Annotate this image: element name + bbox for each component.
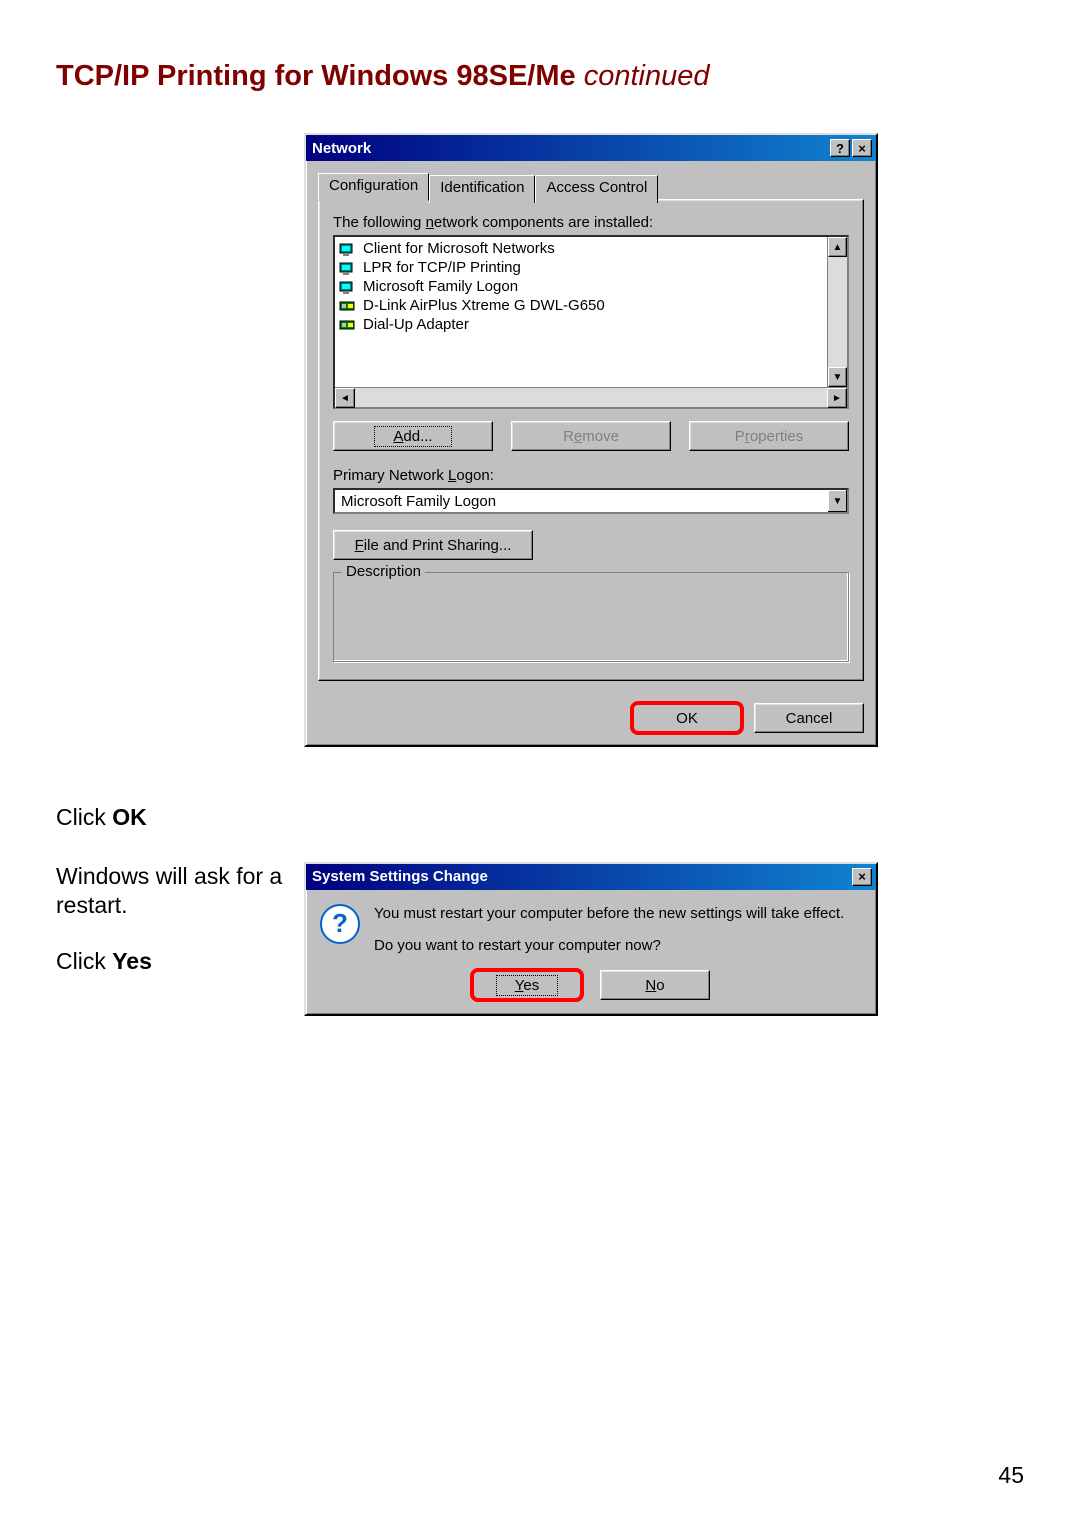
installed-components-label: The following network components are ins… bbox=[333, 214, 849, 231]
heading-continued: continued bbox=[584, 60, 710, 92]
window-title: System Settings Change bbox=[312, 868, 850, 885]
page-number: 45 bbox=[998, 1462, 1024, 1489]
adapter-icon bbox=[339, 298, 357, 314]
titlebar[interactable]: Network ? × bbox=[306, 135, 876, 161]
scroll-track[interactable] bbox=[828, 257, 847, 367]
network-dialog: Network ? × Configuration Identification… bbox=[304, 133, 878, 747]
heading-main: TCP/IP Printing for Windows 98SE/Me bbox=[56, 60, 584, 92]
list-item[interactable]: Microsoft Family Logon bbox=[337, 277, 825, 296]
tab-configuration[interactable]: Configuration bbox=[318, 173, 429, 201]
adapter-icon bbox=[339, 317, 357, 333]
client-icon bbox=[339, 241, 357, 257]
scroll-left-button[interactable]: ◄ bbox=[335, 388, 355, 408]
scroll-track[interactable] bbox=[355, 388, 827, 407]
properties-button: Properties bbox=[689, 421, 849, 451]
ok-button[interactable]: OK bbox=[632, 703, 742, 733]
close-icon: × bbox=[858, 141, 866, 156]
help-icon: ? bbox=[836, 141, 844, 156]
primary-logon-dropdown[interactable]: Microsoft Family Logon ▼ bbox=[333, 488, 849, 514]
restart-dialog: System Settings Change × ? You must rest… bbox=[304, 862, 878, 1017]
scroll-right-button[interactable]: ► bbox=[827, 388, 847, 408]
scroll-up-button[interactable]: ▲ bbox=[828, 237, 847, 257]
list-item[interactable]: Client for Microsoft Networks bbox=[337, 239, 825, 258]
primary-logon-label: Primary Network Logon: bbox=[333, 467, 849, 484]
tab-panel-configuration: The following network components are ins… bbox=[318, 199, 864, 681]
description-groupbox: Description bbox=[333, 572, 849, 662]
cancel-button[interactable]: Cancel bbox=[754, 703, 864, 733]
list-item[interactable]: Dial-Up Adapter bbox=[337, 315, 825, 334]
vertical-scrollbar[interactable]: ▲ ▼ bbox=[827, 237, 847, 387]
add-button[interactable]: Add... bbox=[333, 421, 493, 451]
instruction-click-ok: Click OK bbox=[56, 133, 304, 832]
horizontal-scrollbar[interactable]: ◄ ► bbox=[335, 387, 847, 407]
file-print-sharing-button[interactable]: File and Print Sharing... bbox=[333, 530, 533, 560]
message-text: You must restart your computer before th… bbox=[374, 904, 844, 957]
window-title: Network bbox=[312, 140, 828, 157]
close-icon: × bbox=[858, 869, 866, 884]
tab-strip: Configuration Identification Access Cont… bbox=[318, 173, 864, 201]
components-listbox[interactable]: Client for Microsoft Networks LPR for TC… bbox=[335, 237, 847, 387]
client-icon bbox=[339, 279, 357, 295]
tab-identification[interactable]: Identification bbox=[429, 175, 535, 203]
remove-button: Remove bbox=[511, 421, 671, 451]
instruction-restart: Windows will ask for a restart. Click Ye… bbox=[56, 862, 304, 976]
dropdown-button[interactable]: ▼ bbox=[827, 490, 847, 512]
tab-access-control[interactable]: Access Control bbox=[535, 175, 658, 203]
titlebar[interactable]: System Settings Change × bbox=[306, 864, 876, 890]
yes-button[interactable]: Yes bbox=[472, 970, 582, 1000]
description-title: Description bbox=[342, 563, 425, 580]
close-button[interactable]: × bbox=[852, 139, 872, 157]
list-item[interactable]: LPR for TCP/IP Printing bbox=[337, 258, 825, 277]
instruction-click-yes: Click Yes bbox=[56, 947, 294, 976]
help-button[interactable]: ? bbox=[830, 139, 850, 157]
question-icon: ? bbox=[320, 904, 360, 944]
primary-logon-value: Microsoft Family Logon bbox=[335, 493, 827, 510]
close-button[interactable]: × bbox=[852, 868, 872, 886]
page-heading: TCP/IP Printing for Windows 98SE/Me cont… bbox=[56, 60, 1024, 93]
list-item[interactable]: D-Link AirPlus Xtreme G DWL-G650 bbox=[337, 296, 825, 315]
client-icon bbox=[339, 260, 357, 276]
no-button[interactable]: No bbox=[600, 970, 710, 1000]
scroll-down-button[interactable]: ▼ bbox=[828, 367, 847, 387]
